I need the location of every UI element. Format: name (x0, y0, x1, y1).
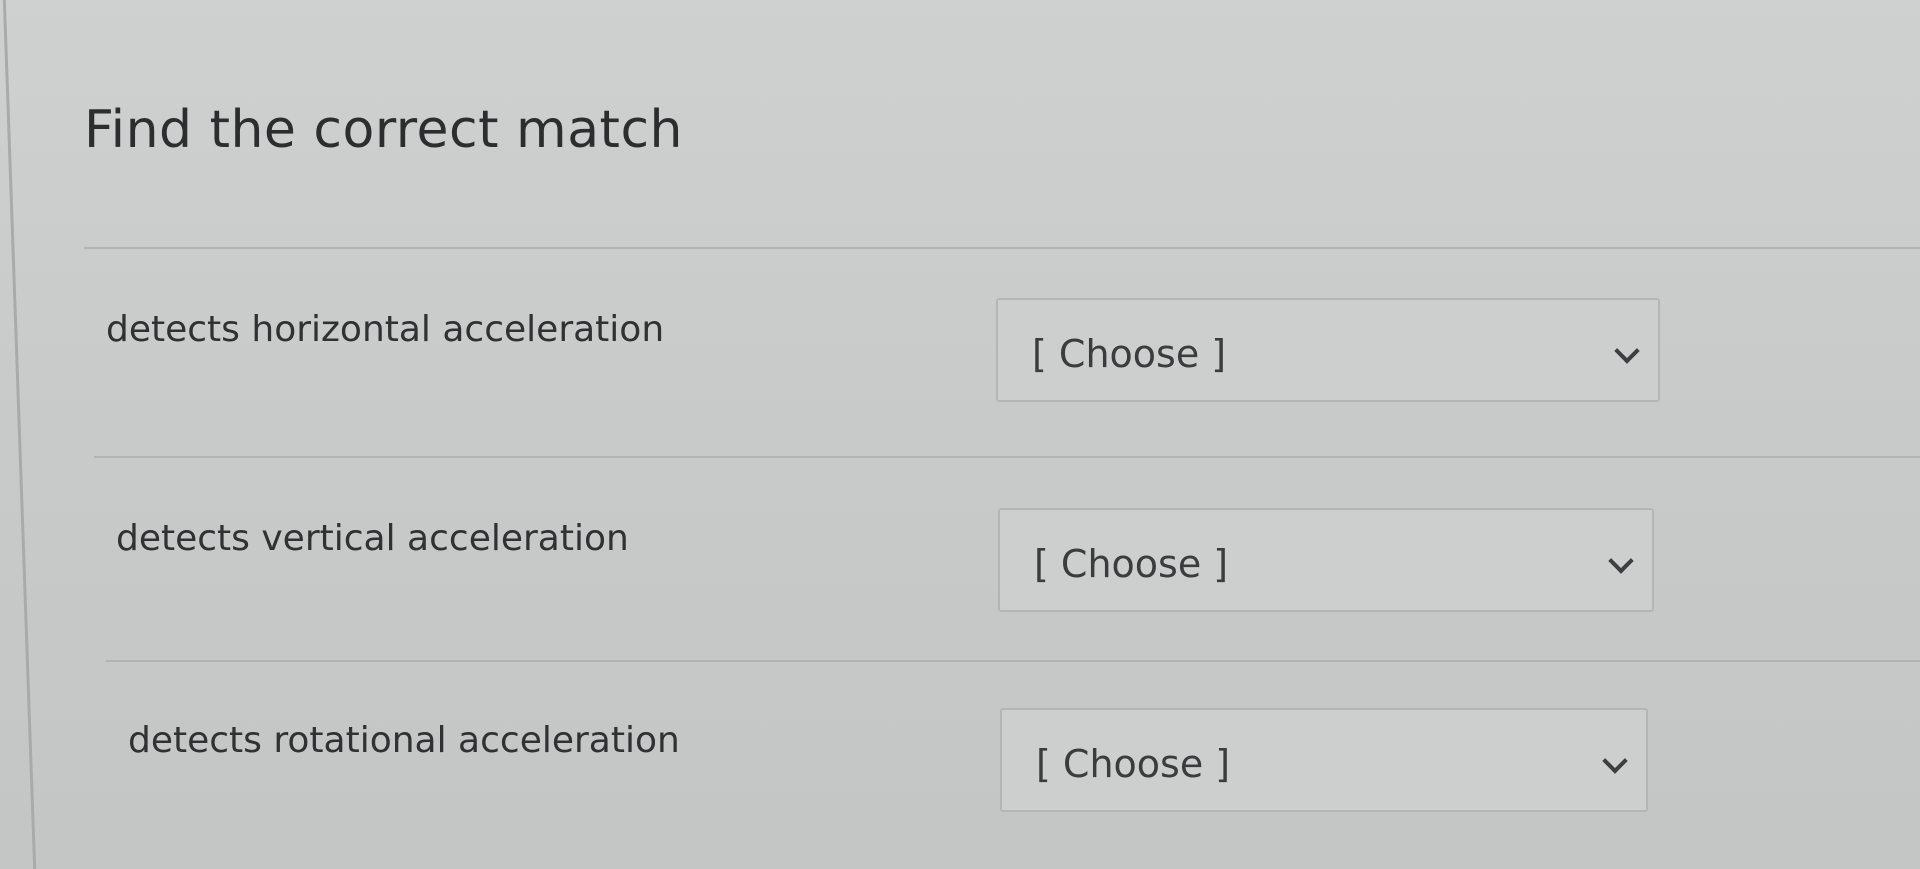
question-title: Find the correct match (84, 100, 683, 160)
question-card: Find the correct match detects horizonta… (22, 0, 1920, 869)
answer-dropdown[interactable]: [ Choose ] (1000, 708, 1648, 812)
dropdown-selected-value: [ Choose ] (1036, 742, 1231, 786)
divider (106, 660, 1920, 662)
chevron-down-icon (1602, 748, 1628, 774)
dropdown-selected-value: [ Choose ] (1032, 332, 1227, 376)
match-prompt: detects vertical acceleration (116, 518, 629, 559)
divider (94, 456, 1920, 458)
answer-dropdown[interactable]: [ Choose ] (998, 508, 1654, 612)
match-prompt: detects rotational acceleration (128, 720, 680, 761)
quiz-screen: Find the correct match detects horizonta… (0, 0, 1920, 869)
dropdown-selected-value: [ Choose ] (1034, 542, 1229, 586)
answer-dropdown[interactable]: [ Choose ] (996, 298, 1660, 402)
divider (84, 247, 1920, 249)
chevron-down-icon (1608, 548, 1634, 574)
match-prompt: detects horizontal acceleration (106, 309, 665, 350)
chevron-down-icon (1614, 338, 1640, 364)
